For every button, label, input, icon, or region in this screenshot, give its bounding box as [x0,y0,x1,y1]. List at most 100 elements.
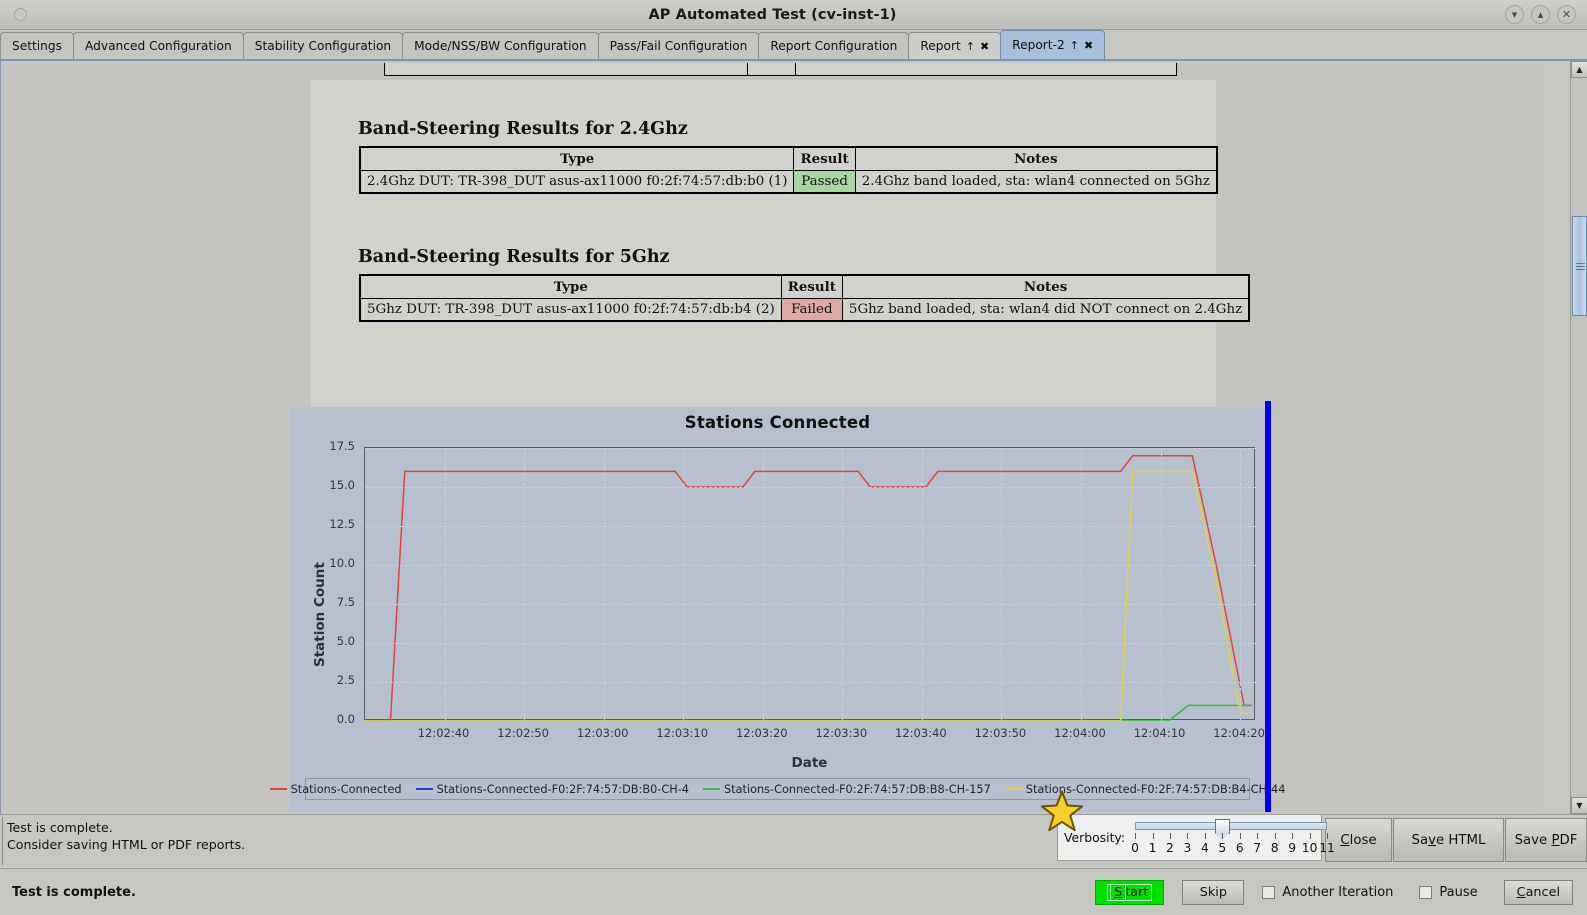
tab-report-2[interactable]: Report-2 ↑ ✖ [1000,30,1106,59]
grid-line [365,565,1256,566]
close-icon[interactable]: ✕ [1557,5,1576,24]
tab-label: Advanced Configuration [85,39,232,53]
pause-checkbox[interactable]: Pause [1419,884,1478,900]
slider-tick-label: 11 [1319,840,1335,855]
status-bar: Test is complete. Consider saving HTML o… [0,814,1587,868]
another-iteration-checkbox[interactable]: Another Iteration [1262,885,1393,900]
slider-tick [1204,832,1206,839]
checkbox-label: Pause [1439,884,1478,900]
tab-advanced-configuration[interactable]: Advanced Configuration [73,32,244,59]
detach-icon[interactable]: ↑ [966,40,975,53]
section-heading-24ghz: Band-Steering Results for 2.4Ghz [358,119,688,139]
tab-mode-nss-bw-configuration[interactable]: Mode/NSS/BW Configuration [402,32,599,59]
tab-label: Report Configuration [770,39,898,53]
slider-handle[interactable] [1215,818,1231,840]
chart-y-axis-label: Station Count [312,562,328,667]
status-line-1: Test is complete. [7,820,113,835]
chart-plot-area [364,447,1256,721]
bottom-status-text: Test is complete. [12,884,136,900]
tab-label: Mode/NSS/BW Configuration [414,39,587,53]
window-menu-icon[interactable] [0,8,40,21]
verbosity-popup[interactable]: Verbosity: 0 1 2 3 4 5 6 7 8 9 10 11 [1057,814,1335,861]
band-steering-table-24ghz: Type Result Notes 2.4Ghz DUT: TR-398_DUT… [359,146,1218,194]
chart-y-tick: 15.0 [329,478,355,492]
tab-pass-fail-configuration[interactable]: Pass/Fail Configuration [597,32,760,59]
column-header-result: Result [780,274,843,299]
grid-line [524,448,526,721]
column-header-type: Type [359,146,795,171]
chart-legend: Stations-Connected Stations-Connected-F0:… [269,778,1285,800]
tab-settings[interactable]: Settings [0,32,74,59]
close-icon[interactable]: ✖ [980,40,989,53]
slider-tick-label: 3 [1183,840,1192,855]
start-button[interactable]: Start [1095,879,1165,905]
status-line-2: Consider saving HTML or PDF reports. [7,837,246,852]
tab-label: Report-2 [1012,38,1065,52]
slider-tick-label: 7 [1253,840,1262,855]
column-header-type: Type [359,274,782,299]
stations-connected-chart[interactable]: Stations Connected 0.0 2.5 5.0 7.5 10.0 12.5 1… [269,401,1285,812]
tab-label: Stability Configuration [254,39,392,53]
scrollbar-thumb[interactable] [1572,216,1587,316]
vertical-scrollbar[interactable]: ▲ ▼ [1570,61,1587,814]
chart-y-tick: 12.5 [329,517,355,531]
grid-line [444,448,446,721]
star-icon [1040,790,1084,832]
scroll-up-icon[interactable]: ▲ [1571,61,1587,78]
skip-button[interactable]: Skip [1182,879,1245,905]
slider-tick [1292,832,1294,839]
chart-x-tick: 12:04:10 [1133,726,1186,740]
checkbox-box[interactable] [1419,885,1433,899]
tab-report[interactable]: Report ↑ ✖ [908,32,1002,59]
report-content-area: Band-Steering Results for 2.4Ghz Type Re… [0,61,1587,814]
slider-tick-label: 6 [1235,840,1244,855]
legend-item: Stations-Connected [269,783,402,796]
slider-tick [1169,832,1171,839]
maximize-icon[interactable]: ▴ [1531,5,1550,24]
grid-line [762,448,764,721]
skip-label: Skip [1199,884,1227,900]
slider-tick-label: 9 [1288,840,1297,855]
bottom-bar: Test is complete. Start Skip Another Ite… [0,868,1587,915]
slider-tick [1152,832,1154,839]
checkbox-box[interactable] [1262,885,1276,899]
tab-bar: Settings Advanced Configuration Stabilit… [0,30,1587,61]
slider-tick-label: 4 [1200,840,1209,855]
grid-line [1240,448,1242,721]
grid-line [365,604,1256,605]
grid-line [683,448,685,721]
table-header-row: Type Result Notes [359,274,1250,299]
grid-line [603,448,605,721]
tab-stability-configuration[interactable]: Stability Configuration [242,32,404,59]
scrolled-table-stub [384,63,1177,76]
column-header-result: Result [793,146,856,171]
selection-border-right [1265,401,1271,812]
band-steering-table-5ghz: Type Result Notes 5Ghz DUT: TR-398_DUT a… [359,274,1251,322]
chart-x-tick: 12:03:50 [974,726,1027,740]
slider-tick-label: 2 [1166,840,1174,855]
tab-report-configuration[interactable]: Report Configuration [758,32,910,59]
chart-x-axis-label: Date [791,755,828,771]
verbosity-label: Verbosity: [1064,830,1126,845]
detach-icon[interactable]: ↑ [1070,39,1079,52]
close-icon[interactable]: ✖ [1084,39,1093,52]
verbosity-slider[interactable]: 0 1 2 3 4 5 6 7 8 9 10 11 [1131,816,1335,860]
save-pdf-button[interactable]: Save PDF [1505,818,1587,862]
cancel-button[interactable]: Cancel [1503,879,1573,905]
grid-line [842,448,844,721]
scroll-down-icon[interactable]: ▼ [1571,797,1587,814]
legend-swatch [415,788,433,790]
chart-x-tick: 12:02:50 [497,726,549,740]
legend-swatch [1004,788,1022,790]
report-document-pane[interactable]: Band-Steering Results for 2.4Ghz Type Re… [4,63,1543,812]
save-html-button[interactable]: Save HTML [1393,818,1504,862]
chart-x-tick: 12:04:00 [1054,726,1106,740]
cell-type: 2.4Ghz DUT: TR-398_DUT asus-ax11000 f0:2… [359,170,795,194]
chart-series-line [365,470,1253,721]
chart-x-tick: 12:03:40 [895,726,947,740]
slider-tick [1187,832,1189,839]
chart-series-line [365,704,1253,721]
minimize-icon[interactable]: ▾ [1505,5,1524,24]
chart-y-tick: 0.0 [336,712,355,726]
slider-track[interactable] [1135,821,1328,830]
